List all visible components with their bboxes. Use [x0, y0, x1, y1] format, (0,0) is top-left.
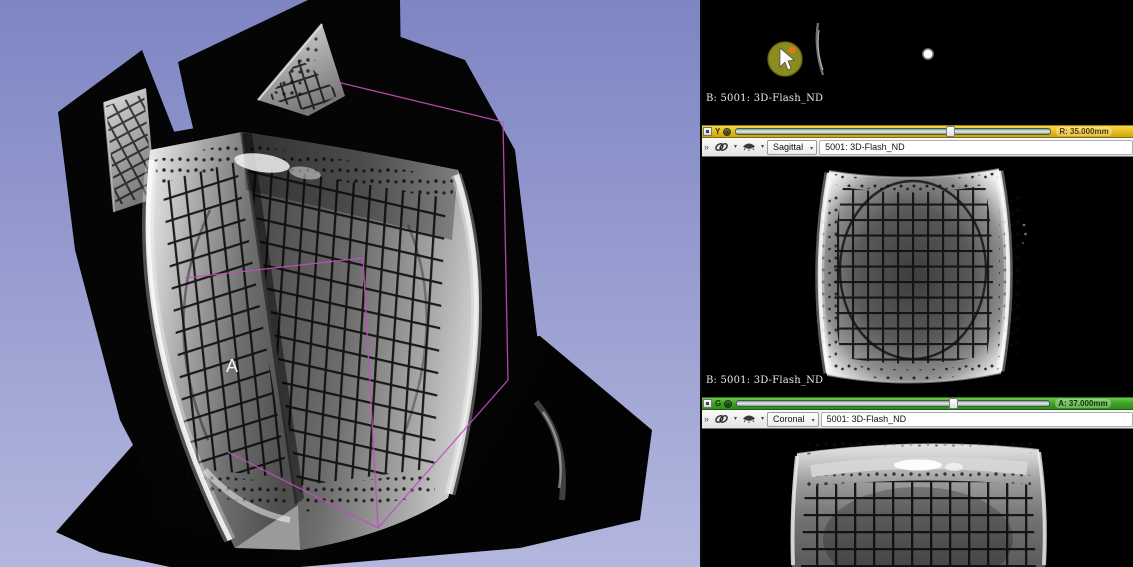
panel-grip-icon[interactable]: »: [704, 415, 709, 424]
sagittal-slice-image: [702, 157, 1133, 397]
phantom-coronal: [791, 437, 1046, 567]
slider-handle[interactable]: [946, 126, 955, 137]
slice-view-sagittal[interactable]: B: 5001: 3D-Flash_ND: [702, 157, 1133, 397]
link-dropdown-icon[interactable]: ▾: [734, 144, 737, 150]
sagittal-slice-controller-bar: Y R: 35.000mm: [702, 125, 1133, 138]
fiducial-dot: [922, 48, 934, 60]
orientation-value: Coronal: [773, 414, 805, 424]
mouse-cursor-icon: [768, 42, 802, 76]
volume-value: 5001: 3D-Flash_ND: [827, 414, 907, 424]
axial-slice-image: [702, 0, 1133, 125]
phantom-sagittal: [815, 169, 1020, 383]
pin-button[interactable]: [703, 399, 712, 408]
3d-view-canvas[interactable]: A: [0, 0, 700, 567]
slice-offset-slider[interactable]: [735, 128, 1051, 135]
panel-grip-icon[interactable]: »: [704, 143, 709, 152]
slice-offset-readout: R: 35.000mm: [1056, 127, 1111, 136]
link-slices-icon[interactable]: [712, 140, 731, 155]
3d-scene: A: [0, 0, 700, 567]
volume-label: B: 5001: 3D-Flash_ND: [706, 93, 823, 104]
chevron-down-icon: ▾: [812, 417, 815, 424]
volume-select[interactable]: 5001: 3D-Flash_ND: [821, 412, 1133, 427]
orientation-annotation: A: [226, 356, 238, 376]
visibility-eye-icon[interactable]: [740, 412, 758, 427]
pin-button[interactable]: [703, 127, 712, 136]
application-window: A B: 5001: 3D-Flash_ND: [0, 0, 1133, 567]
coronal-slice-controller-bar: G A: 37.000mm: [702, 397, 1133, 410]
coronal-slice-image: [702, 429, 1133, 567]
visibility-dot-icon[interactable]: [724, 400, 732, 408]
orientation-select[interactable]: Sagittal ▾: [767, 140, 817, 155]
sagittal-toolbar: » ▾ ▾ Sagittal ▾ 5001: 3D-Flash_ND: [702, 138, 1133, 157]
volume-label: B: 5001: 3D-Flash_ND: [706, 375, 823, 386]
slice-view-letter: G: [715, 400, 721, 408]
orientation-value: Sagittal: [773, 142, 803, 152]
eye-dropdown-icon[interactable]: ▾: [761, 416, 764, 422]
slice-offset-slider[interactable]: [736, 400, 1050, 407]
chevron-down-icon: ▾: [810, 145, 813, 152]
link-dropdown-icon[interactable]: ▾: [734, 416, 737, 422]
volume-value: 5001: 3D-Flash_ND: [825, 142, 905, 152]
slice-view-letter: Y: [715, 128, 720, 136]
orientation-select[interactable]: Coronal ▾: [767, 412, 819, 427]
link-slices-icon[interactable]: [712, 412, 731, 427]
phantom-3d: [146, 132, 478, 550]
slider-handle[interactable]: [949, 398, 958, 409]
slice-panel-column: B: 5001: 3D-Flash_ND Y R: 35.000mm » ▾: [700, 0, 1133, 567]
volume-select[interactable]: 5001: 3D-Flash_ND: [819, 140, 1133, 155]
eye-dropdown-icon[interactable]: ▾: [761, 144, 764, 150]
coronal-toolbar: » ▾ ▾ Coronal ▾ 5001: 3D-Flash_ND: [702, 410, 1133, 429]
slice-view-coronal[interactable]: [702, 429, 1133, 567]
slice-view-axial[interactable]: B: 5001: 3D-Flash_ND: [702, 0, 1133, 125]
visibility-dot-icon[interactable]: [723, 128, 731, 136]
slice-offset-readout: A: 37.000mm: [1055, 399, 1110, 408]
visibility-eye-icon[interactable]: [740, 140, 758, 155]
